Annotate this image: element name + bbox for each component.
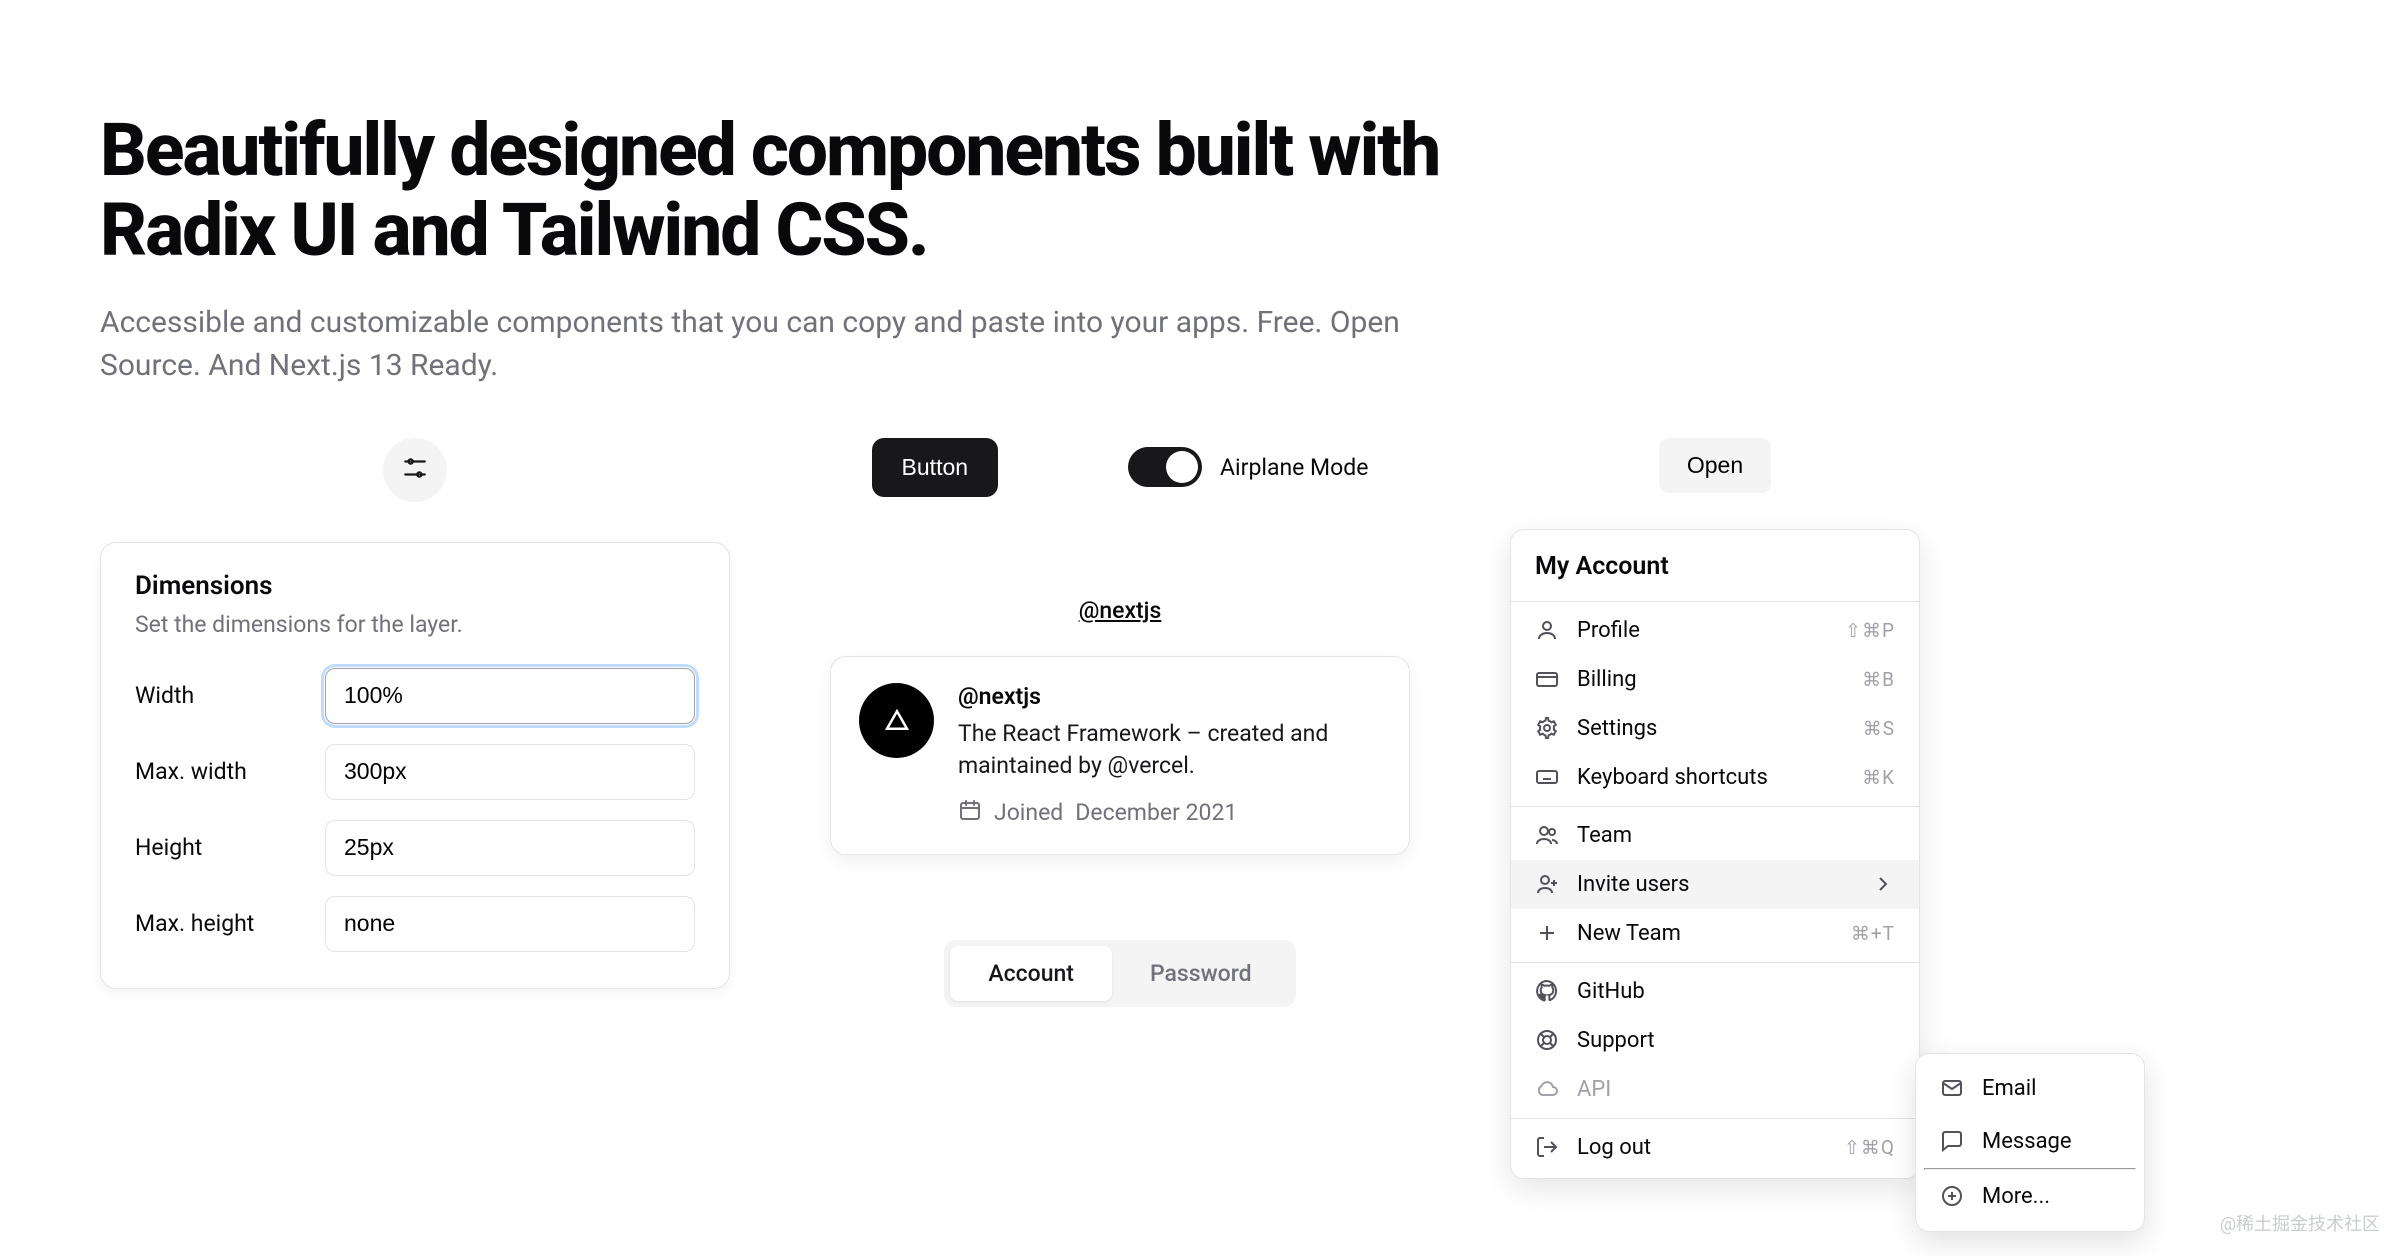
hover-card: @nextjs The React Framework – created an…: [830, 656, 1410, 855]
airplane-mode-switch[interactable]: [1128, 447, 1202, 487]
keyboard-icon: [1535, 765, 1559, 789]
dropdown-open-button[interactable]: Open: [1659, 438, 1771, 493]
menu-item-billing[interactable]: Billing ⌘B: [1511, 655, 1919, 704]
joined-date: December 2021: [1075, 799, 1237, 826]
user-plus-icon: [1535, 872, 1559, 896]
gear-icon: [1535, 716, 1559, 740]
menu-item-github[interactable]: GitHub: [1511, 967, 1919, 1016]
hero-title: Beautifully designed components built wi…: [100, 110, 1600, 271]
tabs-list: Account Password: [944, 940, 1295, 1007]
dimensions-description: Set the dimensions for the layer.: [135, 611, 695, 638]
menu-item-keyboard-shortcuts[interactable]: Keyboard shortcuts ⌘K: [1511, 753, 1919, 802]
github-icon: [1535, 979, 1559, 1003]
menu-title: My Account: [1511, 530, 1919, 597]
users-icon: [1535, 823, 1559, 847]
menu-item-profile[interactable]: Profile ⇧⌘P: [1511, 606, 1919, 655]
height-label: Height: [135, 834, 325, 861]
joined-prefix: Joined: [994, 799, 1063, 826]
life-buoy-icon: [1535, 1028, 1559, 1052]
max-height-label: Max. height: [135, 910, 325, 937]
invite-users-submenu: Email Message More...: [1915, 1053, 2145, 1232]
calendar-icon: [958, 798, 982, 828]
submenu-item-more[interactable]: More...: [1924, 1170, 2136, 1223]
menu-item-api: API: [1511, 1065, 1919, 1114]
height-input[interactable]: [325, 820, 695, 876]
credit-card-icon: [1535, 667, 1559, 691]
dimensions-popover: Dimensions Set the dimensions for the la…: [100, 542, 730, 989]
max-width-label: Max. width: [135, 758, 325, 785]
max-height-input[interactable]: [325, 896, 695, 952]
menu-item-settings[interactable]: Settings ⌘S: [1511, 704, 1919, 753]
submenu-item-message[interactable]: Message: [1924, 1115, 2136, 1168]
dimensions-title: Dimensions: [135, 571, 695, 601]
chevron-right-icon: [1871, 872, 1895, 896]
menu-item-new-team[interactable]: New Team ⌘+T: [1511, 909, 1919, 958]
switch-label: Airplane Mode: [1220, 454, 1368, 481]
submenu-item-email[interactable]: Email: [1924, 1062, 2136, 1115]
button-primary[interactable]: Button: [872, 438, 999, 497]
logout-icon: [1535, 1135, 1559, 1159]
dropdown-menu: My Account Profile ⇧⌘P Billing ⌘B Settin…: [1510, 529, 1920, 1179]
tab-password[interactable]: Password: [1112, 946, 1290, 1001]
menu-item-invite-users[interactable]: Invite users: [1511, 860, 1919, 909]
tab-account[interactable]: Account: [950, 946, 1112, 1001]
watermark-text: @稀土掘金技术社区: [2220, 1210, 2380, 1236]
width-input[interactable]: [325, 668, 695, 724]
avatar: [859, 683, 934, 758]
user-icon: [1535, 618, 1559, 642]
hovercard-handle: @nextjs: [958, 683, 1381, 710]
plus-circle-icon: [1940, 1184, 1964, 1208]
hovercard-trigger-link[interactable]: @nextjs: [1079, 597, 1162, 624]
hovercard-bio: The React Framework – created and mainta…: [958, 718, 1381, 782]
sliders-icon: [402, 455, 428, 484]
cloud-icon: [1535, 1077, 1559, 1101]
hero-subtitle: Accessible and customizable components t…: [100, 301, 1450, 388]
menu-item-logout[interactable]: Log out ⇧⌘Q: [1511, 1123, 1919, 1172]
mail-icon: [1940, 1076, 1964, 1100]
width-label: Width: [135, 682, 325, 709]
menu-item-team[interactable]: Team: [1511, 811, 1919, 860]
max-width-input[interactable]: [325, 744, 695, 800]
plus-icon: [1535, 921, 1559, 945]
message-icon: [1940, 1129, 1964, 1153]
popover-trigger-button[interactable]: [383, 438, 447, 502]
menu-item-support[interactable]: Support: [1511, 1016, 1919, 1065]
